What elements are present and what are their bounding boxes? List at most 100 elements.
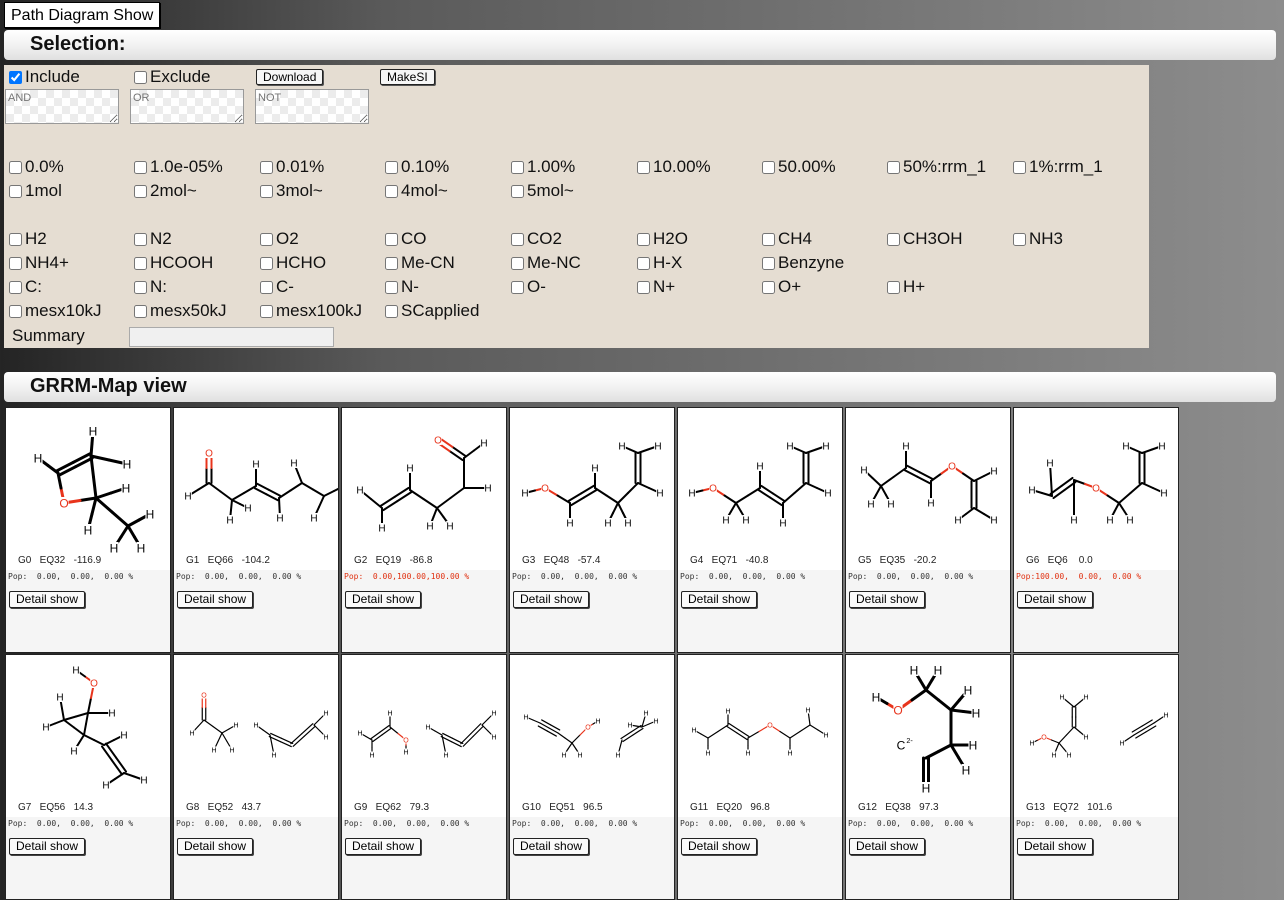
mol-filter-checkbox[interactable] <box>134 184 147 198</box>
species-filter-option[interactable]: N: <box>133 277 167 297</box>
or-filter-input[interactable] <box>130 89 244 124</box>
species-filter-option[interactable]: H2O <box>636 229 688 249</box>
species-filter-checkbox[interactable] <box>9 280 22 294</box>
species-filter-option[interactable]: H2 <box>8 229 47 249</box>
species-filter-checkbox[interactable] <box>762 256 775 270</box>
include-option[interactable]: Include <box>8 67 80 87</box>
population-filter-option[interactable]: 10.00% <box>636 157 711 177</box>
population-filter-option[interactable]: 0.10% <box>384 157 449 177</box>
detail-show-button[interactable]: Detail show <box>849 838 926 855</box>
species-filter-option[interactable]: O2 <box>259 229 299 249</box>
species-filter-option[interactable]: CH4 <box>761 229 812 249</box>
path-diagram-show-button[interactable]: Path Diagram Show <box>4 2 161 28</box>
species-filter-checkbox[interactable] <box>637 232 650 246</box>
population-filter-checkbox[interactable] <box>762 160 775 174</box>
mol-filter-checkbox[interactable] <box>385 184 398 198</box>
species-filter-checkbox[interactable] <box>637 256 650 270</box>
mol-filter-checkbox[interactable] <box>260 184 273 198</box>
detail-show-button[interactable]: Detail show <box>177 591 254 608</box>
population-filter-option[interactable]: 50%:rrm_1 <box>886 157 986 177</box>
makesi-button[interactable]: MakeSI <box>380 69 435 85</box>
species-filter-checkbox[interactable] <box>511 256 524 270</box>
mol-filter-option[interactable]: 3mol~ <box>259 181 323 201</box>
detail-show-button[interactable]: Detail show <box>9 838 86 855</box>
summary-field[interactable] <box>129 327 334 347</box>
species-filter-option[interactable]: NH3 <box>1012 229 1063 249</box>
species-filter-checkbox[interactable] <box>887 280 900 294</box>
species-filter-option[interactable]: NH4+ <box>8 253 69 273</box>
species-filter-checkbox[interactable] <box>134 280 147 294</box>
mol-filter-checkbox[interactable] <box>9 184 22 198</box>
species-filter-checkbox[interactable] <box>260 280 273 294</box>
species-filter-option[interactable]: CH3OH <box>886 229 963 249</box>
species-filter-option[interactable]: Me-NC <box>510 253 581 273</box>
species-filter-option[interactable]: Me-CN <box>384 253 455 273</box>
species-filter-option[interactable]: SCapplied <box>384 301 479 321</box>
species-filter-checkbox[interactable] <box>637 280 650 294</box>
species-filter-option[interactable]: mesx10kJ <box>8 301 102 321</box>
include-checkbox[interactable] <box>9 70 22 84</box>
species-filter-option[interactable]: mesx50kJ <box>133 301 227 321</box>
species-filter-option[interactable]: O- <box>510 277 546 297</box>
species-filter-option[interactable]: C- <box>259 277 294 297</box>
population-filter-checkbox[interactable] <box>511 160 524 174</box>
species-filter-checkbox[interactable] <box>9 256 22 270</box>
detail-show-button[interactable]: Detail show <box>345 838 422 855</box>
species-filter-option[interactable]: H+ <box>886 277 925 297</box>
population-filter-option[interactable]: 0.01% <box>259 157 324 177</box>
species-filter-option[interactable]: N2 <box>133 229 172 249</box>
species-filter-checkbox[interactable] <box>385 232 398 246</box>
population-filter-checkbox[interactable] <box>887 160 900 174</box>
population-filter-checkbox[interactable] <box>385 160 398 174</box>
species-filter-checkbox[interactable] <box>385 304 398 318</box>
species-filter-checkbox[interactable] <box>134 256 147 270</box>
mol-filter-option[interactable]: 4mol~ <box>384 181 448 201</box>
population-filter-option[interactable]: 1.0e-05% <box>133 157 223 177</box>
detail-show-button[interactable]: Detail show <box>681 838 758 855</box>
species-filter-checkbox[interactable] <box>385 280 398 294</box>
species-filter-option[interactable]: Benzyne <box>761 253 844 273</box>
mol-filter-option[interactable]: 2mol~ <box>133 181 197 201</box>
species-filter-option[interactable]: mesx100kJ <box>259 301 362 321</box>
mol-filter-option[interactable]: 5mol~ <box>510 181 574 201</box>
species-filter-checkbox[interactable] <box>260 232 273 246</box>
species-filter-option[interactable]: CO <box>384 229 427 249</box>
species-filter-checkbox[interactable] <box>511 280 524 294</box>
species-filter-checkbox[interactable] <box>260 304 273 318</box>
species-filter-option[interactable]: CO2 <box>510 229 562 249</box>
population-filter-checkbox[interactable] <box>637 160 650 174</box>
species-filter-checkbox[interactable] <box>385 256 398 270</box>
population-filter-option[interactable]: 1%:rrm_1 <box>1012 157 1103 177</box>
detail-show-button[interactable]: Detail show <box>1017 838 1094 855</box>
mol-filter-option[interactable]: 1mol <box>8 181 62 201</box>
species-filter-checkbox[interactable] <box>134 232 147 246</box>
population-filter-checkbox[interactable] <box>9 160 22 174</box>
detail-show-button[interactable]: Detail show <box>849 591 926 608</box>
detail-show-button[interactable]: Detail show <box>681 591 758 608</box>
population-filter-option[interactable]: 1.00% <box>510 157 575 177</box>
species-filter-option[interactable]: C: <box>8 277 42 297</box>
species-filter-checkbox[interactable] <box>134 304 147 318</box>
detail-show-button[interactable]: Detail show <box>345 591 422 608</box>
species-filter-option[interactable]: HCHO <box>259 253 326 273</box>
download-button[interactable]: Download <box>256 69 324 85</box>
population-filter-option[interactable]: 50.00% <box>761 157 836 177</box>
population-filter-checkbox[interactable] <box>1013 160 1026 174</box>
detail-show-button[interactable]: Detail show <box>513 591 590 608</box>
species-filter-checkbox[interactable] <box>1013 232 1026 246</box>
detail-show-button[interactable]: Detail show <box>513 838 590 855</box>
mol-filter-checkbox[interactable] <box>511 184 524 198</box>
species-filter-checkbox[interactable] <box>260 256 273 270</box>
species-filter-option[interactable]: HCOOH <box>133 253 213 273</box>
species-filter-option[interactable]: N- <box>384 277 419 297</box>
species-filter-checkbox[interactable] <box>9 304 22 318</box>
species-filter-checkbox[interactable] <box>762 232 775 246</box>
detail-show-button[interactable]: Detail show <box>9 591 86 608</box>
detail-show-button[interactable]: Detail show <box>177 838 254 855</box>
species-filter-option[interactable]: O+ <box>761 277 801 297</box>
species-filter-option[interactable]: H-X <box>636 253 682 273</box>
exclude-option[interactable]: Exclude <box>133 67 210 87</box>
and-filter-input[interactable] <box>5 89 119 124</box>
species-filter-checkbox[interactable] <box>762 280 775 294</box>
exclude-checkbox[interactable] <box>134 70 147 84</box>
